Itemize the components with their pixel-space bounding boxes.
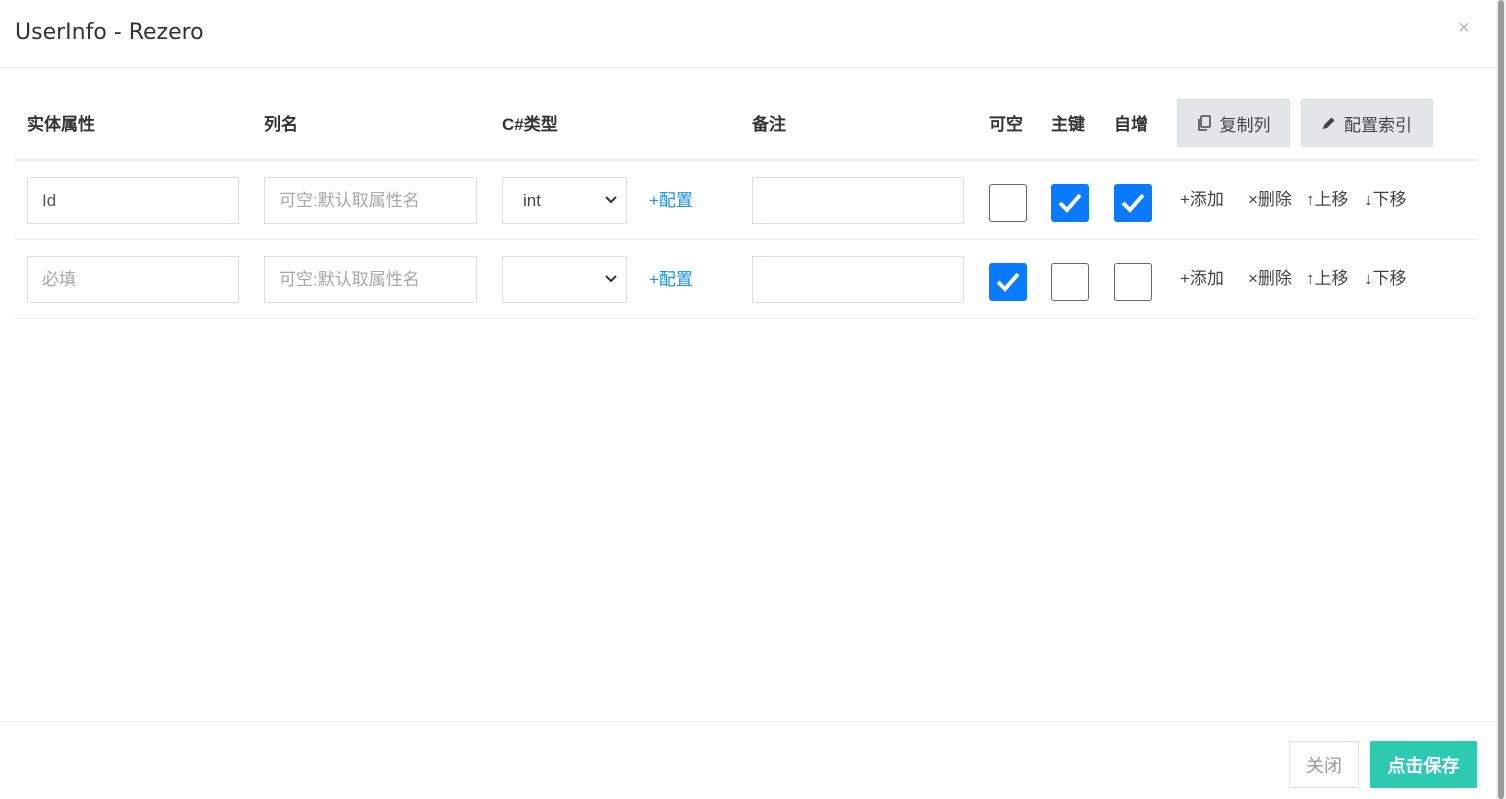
- config-index-button[interactable]: 配置索引: [1301, 99, 1433, 147]
- close-icon[interactable]: ×: [1458, 16, 1470, 40]
- scrollbar[interactable]: [1496, 0, 1506, 799]
- nullable-checkbox[interactable]: [989, 263, 1027, 301]
- column-name-input[interactable]: [264, 177, 477, 224]
- copy-columns-label: 复制列: [1219, 115, 1271, 135]
- remark-input[interactable]: [752, 256, 964, 303]
- csharp-type-select[interactable]: [502, 256, 627, 303]
- close-button[interactable]: 关闭: [1289, 741, 1359, 788]
- table-row: int +配置 +添加 ×删除 ↑上移 ↓下移: [14, 161, 1477, 240]
- scrollbar-thumb[interactable]: [1498, 0, 1504, 799]
- header-column-name: 列名: [264, 115, 298, 134]
- move-up-link[interactable]: ↑上移: [1306, 189, 1349, 211]
- move-up-link[interactable]: ↑上移: [1306, 268, 1349, 290]
- delete-row-link[interactable]: ×删除: [1248, 268, 1292, 290]
- nullable-checkbox[interactable]: [989, 184, 1027, 222]
- modal-footer: 关闭 点击保存: [0, 721, 1496, 799]
- column-name-input[interactable]: [264, 256, 477, 303]
- header-primary-key: 主键: [1051, 115, 1085, 134]
- header-nullable: 可空: [989, 115, 1023, 134]
- copy-columns-button[interactable]: 复制列: [1177, 99, 1290, 147]
- config-index-label: 配置索引: [1344, 115, 1412, 135]
- add-row-link[interactable]: +添加: [1180, 268, 1224, 290]
- header-auto-increment: 自增: [1114, 115, 1148, 134]
- move-down-link[interactable]: ↓下移: [1364, 189, 1407, 211]
- csharp-type-value: int: [523, 190, 541, 210]
- check-icon: [1058, 193, 1082, 213]
- header-csharp-type: C#类型: [502, 115, 558, 134]
- modal-header: UserInfo - Rezero ×: [0, 0, 1496, 68]
- entity-property-input[interactable]: [27, 177, 239, 224]
- table-row: +配置 +添加 ×删除 ↑上移 ↓下移: [14, 240, 1477, 319]
- save-button[interactable]: 点击保存: [1370, 741, 1477, 788]
- delete-row-link[interactable]: ×删除: [1248, 189, 1292, 211]
- chevron-down-icon: [605, 275, 617, 283]
- modal-dialog: UserInfo - Rezero × 实体属性 列名 C#类型 备注 可空 主…: [0, 0, 1496, 799]
- copy-icon: [1197, 114, 1211, 131]
- move-down-link[interactable]: ↓下移: [1364, 268, 1407, 290]
- config-type-link[interactable]: +配置: [649, 269, 693, 291]
- primary-key-checkbox[interactable]: [1051, 184, 1089, 222]
- header-entity-property: 实体属性: [27, 115, 95, 134]
- check-icon: [996, 272, 1020, 292]
- check-icon: [1121, 193, 1145, 213]
- header-remark: 备注: [752, 115, 786, 134]
- primary-key-checkbox[interactable]: [1051, 263, 1089, 301]
- auto-increment-checkbox[interactable]: [1114, 263, 1152, 301]
- csharp-type-select[interactable]: int: [502, 177, 627, 224]
- chevron-down-icon: [605, 196, 617, 204]
- entity-property-input[interactable]: [27, 256, 239, 303]
- modal-title: UserInfo - Rezero: [15, 20, 204, 45]
- config-type-link[interactable]: +配置: [649, 190, 693, 212]
- auto-increment-checkbox[interactable]: [1114, 184, 1152, 222]
- pencil-icon: [1323, 117, 1335, 129]
- remark-input[interactable]: [752, 177, 964, 224]
- table-header: 实体属性 列名 C#类型 备注 可空 主键 自增 复制列 配置索引: [14, 90, 1477, 161]
- add-row-link[interactable]: +添加: [1180, 189, 1224, 211]
